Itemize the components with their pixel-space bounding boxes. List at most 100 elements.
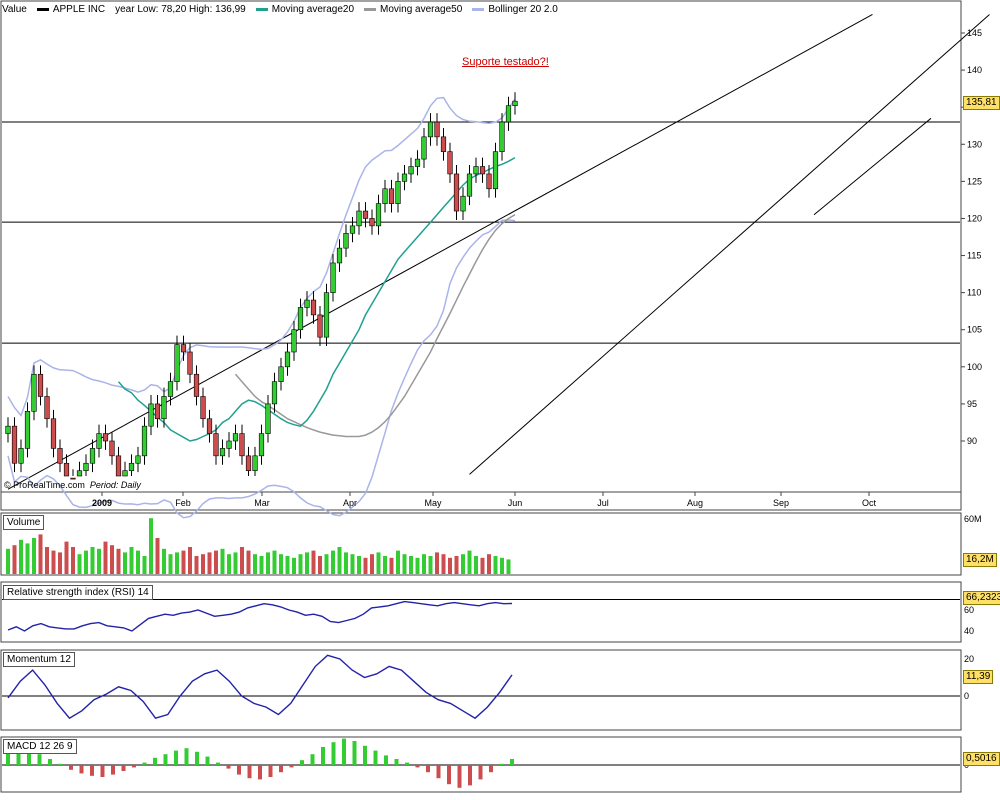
macd-bar [468,765,472,786]
macd-bar [321,747,325,765]
volume-bar [396,550,400,574]
x-tick-label-1: Feb [175,498,191,508]
rsi-axis-60: 60 [964,605,975,615]
macd-bar [216,762,220,765]
macd-bar [48,759,52,765]
ma50-swatch-icon [364,7,377,11]
volume-bar [311,550,316,574]
macd-bar [436,765,441,779]
copyright-text: © ProRealTime.com [4,480,85,490]
candle [304,299,310,308]
volume-bar [136,550,140,574]
candle [388,188,395,204]
copyright-footer: © ProRealTime.com Period: Daily [4,480,141,490]
volume-bar [383,556,387,574]
volume-bar [77,554,82,574]
volume-bar [363,557,368,574]
candle [375,203,382,227]
volume-bar [38,534,43,574]
candle [5,425,11,434]
macd-last-tag: 0,5016 [963,752,1000,766]
candle [323,292,330,338]
volume-bar [402,554,407,574]
candle [512,100,518,106]
candle [505,105,512,123]
volume-bar [97,548,101,574]
y-tick-label-8: 130 [967,139,982,149]
volume-bar [461,554,465,574]
x-tick-label-5: Jun [508,498,523,508]
macd-bar [300,760,304,765]
volume-bar [376,552,381,574]
candle [57,448,63,464]
volume-bar [220,548,225,574]
volume-bar [305,552,309,574]
macd-bar [489,765,493,773]
candle [278,366,284,382]
volume-bar [84,550,88,574]
volume-bar [12,545,17,574]
macd-bar [69,765,73,770]
macd-bar [478,765,483,780]
candle [213,433,219,457]
volume-bar [370,554,374,574]
candle [356,210,362,227]
y-tick-label-4: 110 [967,288,981,298]
candle [271,381,278,405]
volume-bar [233,552,238,574]
volume-bar [201,554,205,574]
candle [421,136,427,160]
macd-bar [111,765,115,775]
candle [362,210,369,219]
momentum-axis-20: 20 [964,654,975,664]
candle [382,188,388,204]
volume-bar [493,556,498,574]
rsi-last-tag: 66,2323 [963,591,1000,605]
candle [187,351,193,375]
legend-ticker-label: APPLE INC [52,3,106,15]
volume-bar [123,552,127,574]
candle [486,173,492,190]
candle [161,396,167,420]
macd-bar [499,763,504,765]
candle [447,151,453,175]
volume-bar [162,548,166,574]
candle [466,173,473,197]
legend-bollinger-label: Bollinger 20 2.0 [488,3,558,15]
volume-bar [344,552,348,574]
chart-canvas: 90951001051101151201251301351401452009Fe… [0,0,990,793]
x-tick-label-9: Oct [862,498,877,508]
volume-bar [480,557,485,574]
candle [258,433,265,457]
macd-bar [184,748,189,765]
volume-bar [149,518,153,574]
macd-bar [226,765,231,769]
macd-bar [195,751,199,765]
candle [102,433,109,442]
volume-bar [506,559,511,574]
candle [200,396,206,420]
macd-bar [142,762,147,765]
volume-bar [110,545,114,574]
legend-range: year Low: 78,20 High: 136,99 [115,3,246,15]
volume-bar [246,550,251,574]
candle [37,373,44,397]
volume-bar [181,550,186,574]
candle [167,381,174,397]
macd-bar [90,765,94,776]
candle [193,373,200,397]
macd-bar [457,765,462,788]
volume-bar [415,557,420,574]
volume-bar [240,547,244,574]
volume-bar [6,548,10,574]
volume-bar [441,554,446,574]
candle [499,121,505,152]
volume-bar [175,552,179,574]
volume-axis-top: 60M [964,514,982,524]
candle [453,173,460,212]
x-tick-label-7: Aug [687,498,703,508]
volume-bar [168,554,173,574]
volume-bar [227,554,231,574]
candle [135,455,141,464]
x-tick-label-4: May [424,498,442,508]
